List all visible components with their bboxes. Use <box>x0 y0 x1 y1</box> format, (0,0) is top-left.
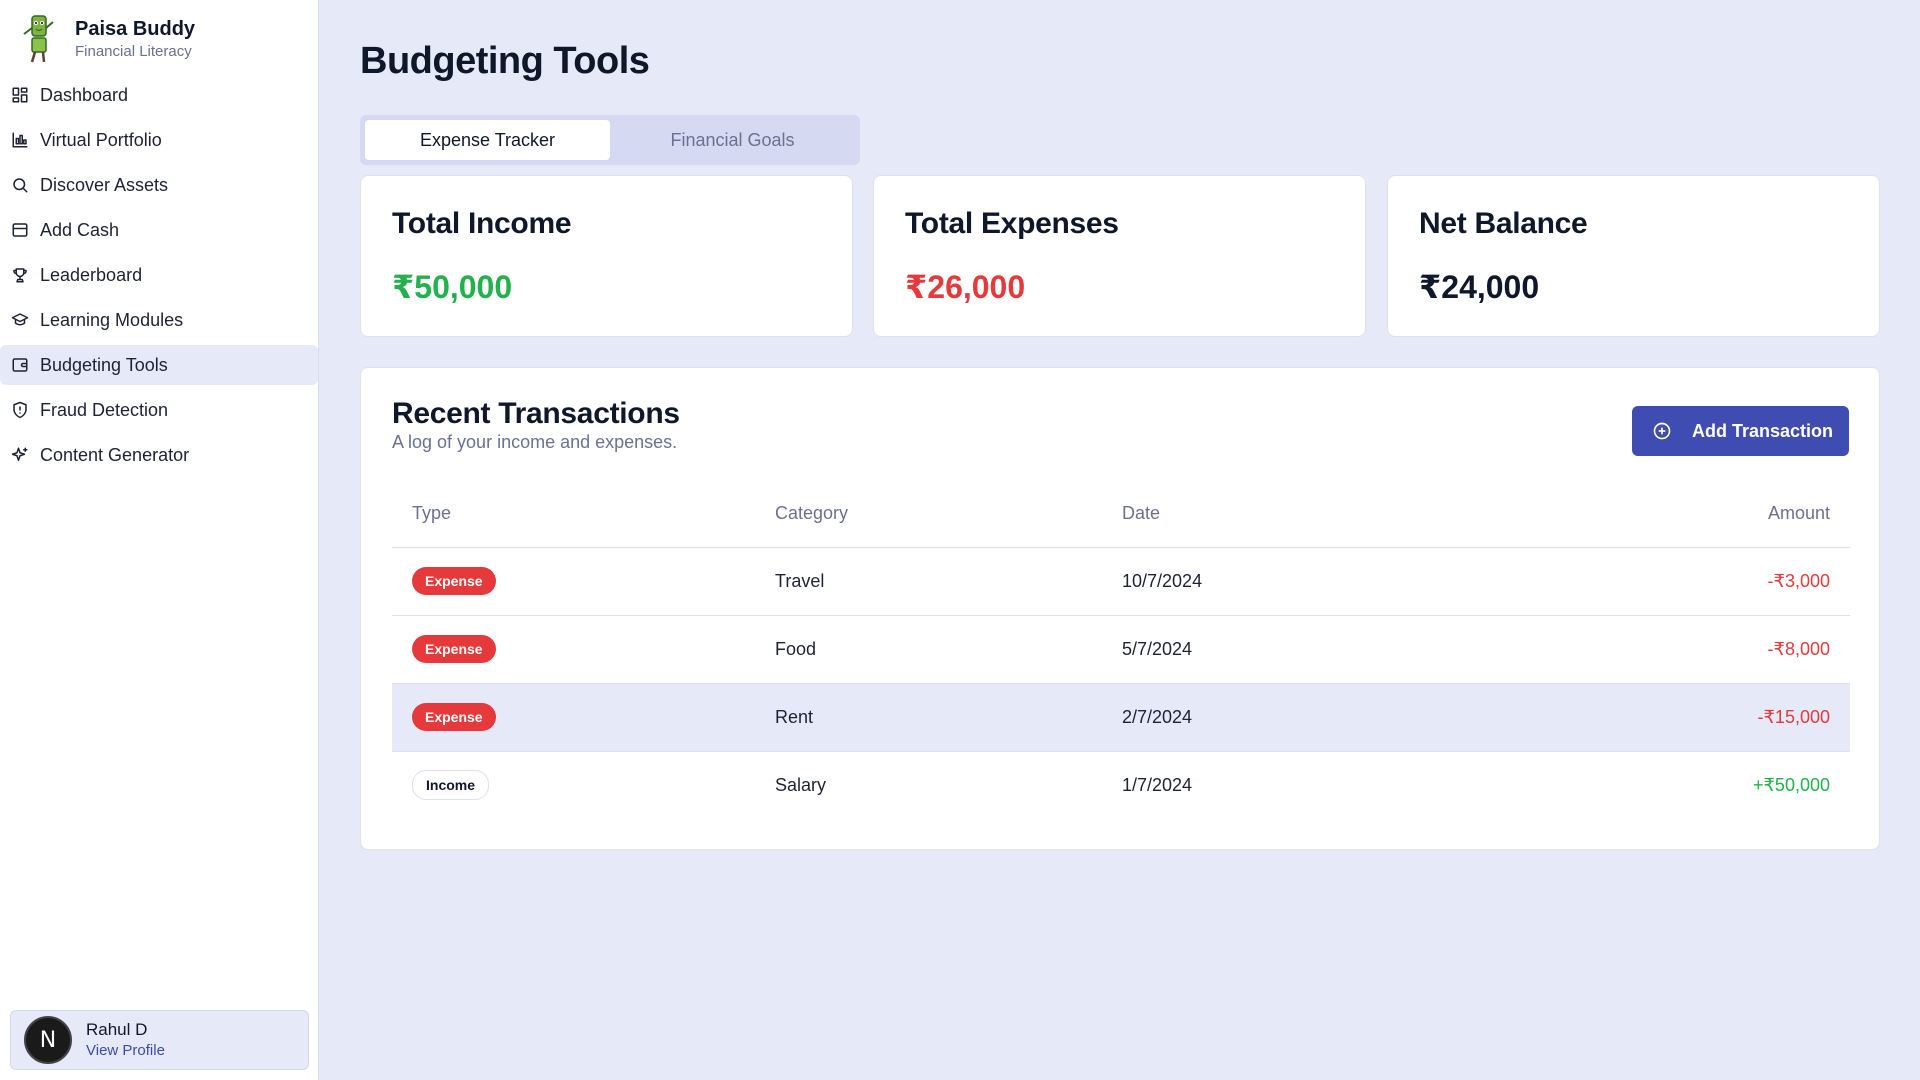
sidebar-item-learning-modules[interactable]: Learning Modules <box>0 300 319 340</box>
sidebar-item-label: Budgeting Tools <box>40 354 168 375</box>
sparkles-icon <box>10 445 30 465</box>
page-title: Budgeting Tools <box>360 40 650 82</box>
sidebar-nav: Dashboard Virtual Portfolio Discover Ass… <box>0 75 319 480</box>
sidebar-item-label: Add Cash <box>40 219 120 240</box>
sidebar-item-label: Learning Modules <box>40 309 184 330</box>
table-row[interactable]: Expense Rent 2/7/2024 -₹15,000 <box>392 683 1850 752</box>
net-balance-label: Net Balance <box>1419 207 1588 240</box>
grid-icon <box>10 85 30 105</box>
sidebar-item-label: Dashboard <box>40 84 129 105</box>
chart-icon <box>10 130 30 150</box>
add-transaction-button[interactable]: Add Transaction <box>1632 406 1849 456</box>
tab-financial-goals[interactable]: Financial Goals <box>610 120 855 160</box>
category-cell: Rent <box>775 683 1122 752</box>
view-profile-link[interactable]: View Profile <box>86 1041 165 1061</box>
sidebar-item-discover-assets[interactable]: Discover Assets <box>0 165 319 205</box>
sidebar-item-label: Virtual Portfolio <box>40 129 162 150</box>
category-cell: Food <box>775 615 1122 684</box>
amount-cell: -₹8,000 <box>1622 615 1850 684</box>
graduation-cap-icon <box>10 310 30 330</box>
add-transaction-label: Add Transaction <box>1692 420 1834 441</box>
tab-expense-tracker[interactable]: Expense Tracker <box>365 120 610 160</box>
date-cell: 1/7/2024 <box>1122 774 1193 795</box>
category-cell: Travel <box>775 547 1122 616</box>
transactions-table: Type Category Date Amount Expense Travel… <box>392 481 1850 819</box>
sidebar-item-label: Discover Assets <box>40 174 169 195</box>
sidebar-item-dashboard[interactable]: Dashboard <box>0 75 319 115</box>
wallet-icon <box>10 220 30 240</box>
net-balance-value: ₹24,000 <box>1419 269 1540 305</box>
sidebar: Paisa Buddy Financial Literacy Dashboard… <box>0 0 319 1080</box>
table-header-row: Type Category Date Amount <box>392 481 1850 548</box>
tab-list: Expense Tracker Financial Goals <box>360 115 860 165</box>
plus-circle-icon <box>1653 422 1671 440</box>
date-cell: 5/7/2024 <box>1122 615 1622 684</box>
type-badge: Income <box>412 770 490 801</box>
total-expenses-value: ₹26,000 <box>905 269 1026 305</box>
sidebar-item-virtual-portfolio[interactable]: Virtual Portfolio <box>0 120 319 160</box>
sidebar-item-label: Leaderboard <box>40 264 143 285</box>
sidebar-item-add-cash[interactable]: Add Cash <box>0 210 319 250</box>
total-expenses-card: Total Expenses ₹26,000 <box>873 175 1366 337</box>
profile-name: Rahul D <box>86 1020 148 1039</box>
column-header-type: Type <box>392 481 775 548</box>
type-badge: Expense <box>412 703 496 731</box>
type-badge: Expense <box>412 635 496 663</box>
profile-card[interactable]: N Rahul D View Profile <box>10 1010 309 1070</box>
type-badge: Expense <box>412 567 496 595</box>
paisa-buddy-logo-icon <box>23 15 54 63</box>
total-income-card: Total Income ₹50,000 <box>360 175 853 337</box>
amount-cell: -₹3,000 <box>1622 547 1850 616</box>
sidebar-item-leaderboard[interactable]: Leaderboard <box>0 255 319 295</box>
column-header-category: Category <box>775 481 1122 548</box>
amount-cell: -₹15,000 <box>1622 683 1850 752</box>
trophy-icon <box>10 265 30 285</box>
amount-cell: +₹50,000 <box>1752 774 1830 795</box>
recent-transactions-card: Recent Transactions A log of your income… <box>360 367 1880 850</box>
table-row[interactable]: Expense Travel 10/7/2024 -₹3,000 <box>392 547 1850 616</box>
brand-subtitle: Financial Literacy <box>75 43 192 60</box>
category-cell: Salary <box>775 774 827 795</box>
search-icon <box>10 175 30 195</box>
table-row[interactable]: Income Salary 1/7/2024 +₹50,000 <box>392 751 1850 819</box>
transactions-subtitle: A log of your income and expenses. <box>392 432 678 452</box>
total-expenses-label: Total Expenses <box>905 207 1119 240</box>
brand[interactable]: Paisa Buddy Financial Literacy <box>20 14 195 64</box>
shield-icon <box>10 400 30 420</box>
transactions-title: Recent Transactions <box>392 397 680 430</box>
brand-name: Paisa Buddy <box>75 18 196 40</box>
sidebar-item-fraud-detection[interactable]: Fraud Detection <box>0 390 319 430</box>
avatar: N <box>24 1016 72 1064</box>
wallet-card-icon <box>10 355 30 375</box>
sidebar-item-label: Content Generator <box>40 444 190 465</box>
date-cell: 10/7/2024 <box>1122 547 1622 616</box>
table-row[interactable]: Expense Food 5/7/2024 -₹8,000 <box>392 615 1850 684</box>
sidebar-item-label: Fraud Detection <box>40 399 169 420</box>
sidebar-item-budgeting-tools[interactable]: Budgeting Tools <box>0 345 318 385</box>
net-balance-card: Net Balance ₹24,000 <box>1387 175 1880 337</box>
date-cell: 2/7/2024 <box>1122 683 1622 752</box>
total-income-value: ₹50,000 <box>392 269 513 305</box>
column-header-date: Date <box>1122 481 1622 548</box>
column-header-amount: Amount <box>1622 481 1850 548</box>
sidebar-item-content-generator[interactable]: Content Generator <box>0 435 319 475</box>
total-income-label: Total Income <box>392 207 572 240</box>
